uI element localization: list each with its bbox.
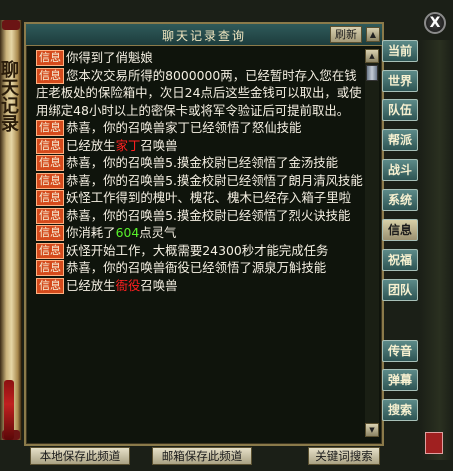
- scroll-knob-top: [2, 20, 20, 30]
- close-button[interactable]: X: [424, 12, 446, 34]
- info-channel-tag[interactable]: 信息: [36, 242, 64, 259]
- message-text: 已经放生: [66, 137, 116, 153]
- message-item: 信息 恭喜，你的召唤兽家丁已经领悟了怒仙技能: [36, 119, 366, 137]
- channel-tab-3[interactable]: 队伍: [382, 99, 418, 121]
- seal-decoration: [425, 432, 443, 454]
- channel-tab-10[interactable]: 传音: [382, 340, 418, 362]
- info-channel-tag[interactable]: 信息: [36, 190, 64, 206]
- message-item: 信息 你消耗了604点灵气: [36, 224, 366, 242]
- title-bar: 聊天记录查询 刷新 ▲: [26, 24, 382, 46]
- channel-tab-1[interactable]: 当前: [382, 40, 418, 62]
- channel-tab-2[interactable]: 世界: [382, 70, 418, 92]
- message-item: 信息 恭喜，你的召唤兽5.摸金校尉已经领悟了朗月清风技能: [36, 172, 366, 190]
- message-text: 您本次交易所得的8000000两，已经暂时存入您在钱庄老板处的保险箱中，次日24…: [36, 67, 362, 118]
- message-text: 恭喜，你的召唤兽5.摸金校尉已经领悟了烈火诀技能: [66, 207, 351, 223]
- window-title: 聊天记录查询: [161, 29, 246, 43]
- local-save-channel-button[interactable]: 本地保存此频道: [30, 447, 130, 465]
- message-text: 恭喜，你的召唤兽家丁已经领悟了怒仙技能: [66, 120, 302, 135]
- message-item: 信息 恭喜，你的召唤兽衙役已经领悟了源泉万斛技能: [36, 259, 366, 277]
- info-channel-tag[interactable]: 信息: [36, 155, 64, 171]
- scroll-down-arrow-icon[interactable]: ▼: [365, 423, 379, 437]
- message-text: 召唤兽: [140, 137, 178, 153]
- channel-tab-12[interactable]: 搜索: [382, 399, 418, 421]
- message-log: 信息 你得到了俏魁娘 信息 您本次交易所得的8000000两，已经暂时存入您在钱庄老板…: [36, 49, 366, 425]
- channel-tab-11[interactable]: 弹幕: [382, 369, 418, 391]
- message-text: 妖怪开始工作，大概需要24300秒才能完成任务: [66, 242, 329, 258]
- channel-tab-5[interactable]: 战斗: [382, 159, 418, 181]
- info-channel-tag[interactable]: 信息: [36, 277, 64, 294]
- title-up-arrow-icon[interactable]: ▲: [366, 27, 380, 42]
- message-item: 信息 妖怪工作得到的槐叶、槐花、槐木已经存入箱子里啦: [36, 189, 366, 207]
- channel-tab-8[interactable]: 祝福: [382, 249, 418, 271]
- info-channel-tag[interactable]: 信息: [36, 50, 64, 66]
- message-text: 恭喜，你的召唤兽衙役已经领悟了源泉万斛技能: [66, 260, 327, 275]
- channel-tab-9[interactable]: 团队: [382, 279, 418, 301]
- message-text: 你消耗了: [66, 225, 116, 240]
- message-item: 信息 妖怪开始工作，大概需要24300秒才能完成任务: [36, 242, 366, 260]
- message-text: 恭喜，你的召唤兽5.摸金校尉已经领悟了金汤技能: [66, 155, 339, 170]
- message-text: 604: [115, 225, 140, 240]
- channel-tab-6[interactable]: 系统: [382, 189, 418, 211]
- scroll-side-text: 聊天记录: [0, 60, 19, 132]
- message-item: 信息 已经放生家丁召唤兽: [36, 137, 366, 155]
- keyword-search-button[interactable]: 关键词搜索: [308, 447, 380, 465]
- info-channel-tag[interactable]: 信息: [36, 207, 64, 224]
- decorative-scroll: 聊天记录: [0, 20, 22, 440]
- message-text: 家丁: [115, 137, 141, 153]
- message-scrollbar[interactable]: ▲ ▼: [365, 49, 379, 437]
- message-item: 信息 您本次交易所得的8000000两，已经暂时存入您在钱庄老板处的保险箱中，次日…: [36, 67, 366, 120]
- channel-tab-7[interactable]: 信息: [382, 219, 418, 241]
- message-text: 已经放生: [66, 277, 116, 293]
- message-text: 恭喜，你的召唤兽5.摸金校尉已经领悟了朗月清风技能: [66, 172, 363, 188]
- scroll-thumb[interactable]: [366, 65, 378, 81]
- message-text: 你得到了俏魁娘: [66, 50, 153, 65]
- bottom-toolbar: 本地保存此频道 邮箱保存此频道 关键词搜索: [24, 447, 424, 467]
- right-panel-background: [420, 40, 453, 460]
- channel-tab-4[interactable]: 帮派: [382, 129, 418, 151]
- message-text: 衙役: [115, 277, 141, 293]
- refresh-button[interactable]: 刷新: [330, 26, 362, 43]
- message-item: 信息 你得到了俏魁娘: [36, 49, 366, 67]
- mail-save-channel-button[interactable]: 邮箱保存此频道: [152, 447, 252, 465]
- message-text: 妖怪工作得到的槐叶、槐花、槐木已经存入箱子里啦: [66, 190, 351, 205]
- message-item: 信息 恭喜，你的召唤兽5.摸金校尉已经领悟了烈火诀技能: [36, 207, 366, 225]
- info-channel-tag[interactable]: 信息: [36, 225, 64, 241]
- message-item: 信息 已经放生衙役召唤兽: [36, 277, 366, 295]
- info-channel-tag[interactable]: 信息: [36, 260, 64, 276]
- scroll-up-arrow-icon[interactable]: ▲: [365, 49, 379, 63]
- info-channel-tag[interactable]: 信息: [36, 172, 64, 189]
- message-item: 信息 恭喜，你的召唤兽5.摸金校尉已经领悟了金汤技能: [36, 154, 366, 172]
- message-text: 点灵气: [139, 225, 177, 240]
- message-text: 召唤兽: [140, 277, 178, 293]
- info-channel-tag[interactable]: 信息: [36, 67, 64, 84]
- info-channel-tag[interactable]: 信息: [36, 137, 64, 154]
- info-channel-tag[interactable]: 信息: [36, 120, 64, 136]
- chat-history-window: 聊天记录查询 刷新 ▲ 信息 你得到了俏魁娘 信息 您本次交易所得的8000000两，…: [24, 22, 384, 446]
- tassel-decoration: [4, 380, 14, 440]
